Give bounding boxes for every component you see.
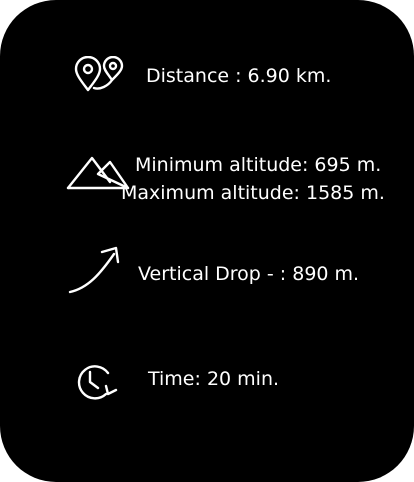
map-pins-icon <box>72 56 126 94</box>
clock-refresh-icon <box>72 360 122 402</box>
minimum-altitude-text: Minimum altitude: 695 m. <box>135 154 382 176</box>
maximum-altitude-text: Maximum altitude: 1585 m. <box>121 182 385 204</box>
ascending-arrow-icon <box>66 242 130 296</box>
vertical-drop-text: Vertical Drop - : 890 m. <box>138 263 360 285</box>
trail-stats-card: Distance : 6.90 km. Minimum altitude: 69… <box>0 0 414 482</box>
distance-text: Distance : 6.90 km. <box>146 65 332 87</box>
time-text: Time: 20 min. <box>148 368 280 390</box>
